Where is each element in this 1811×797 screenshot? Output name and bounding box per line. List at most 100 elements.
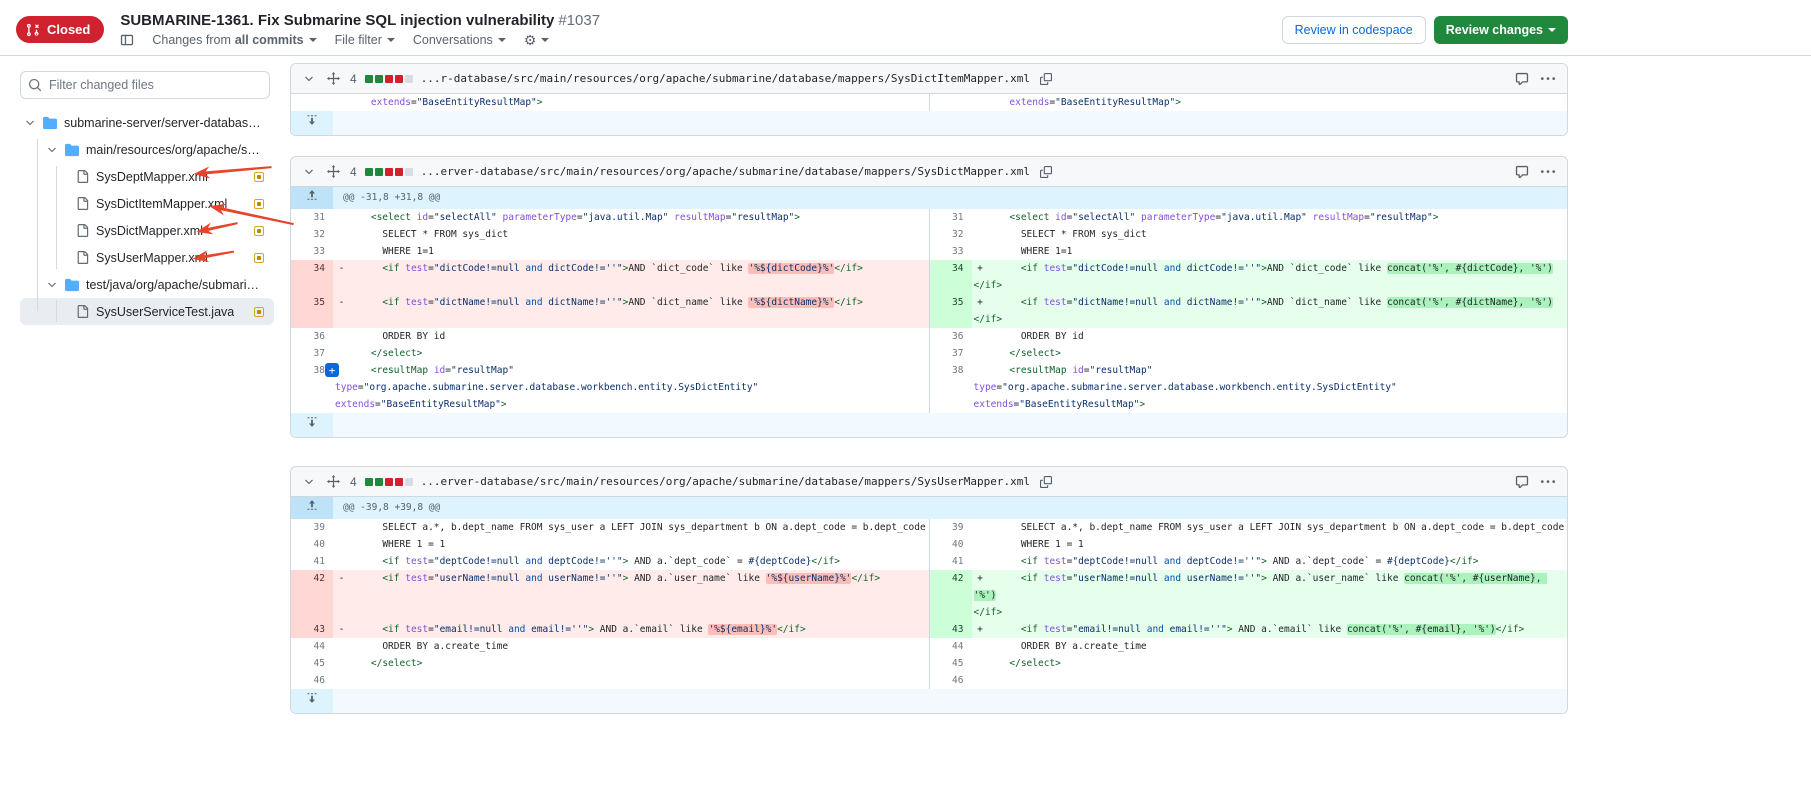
tree-folder-row[interactable]: submarine-server/server-database/... [20,109,274,136]
line-number[interactable]: 41 [291,553,333,570]
line-number[interactable] [291,94,333,111]
changes-from-dropdown[interactable]: Changes fromall commits [152,33,316,47]
file-icon [76,170,89,183]
line-number[interactable]: 42 [929,570,972,621]
expand-hunk-button[interactable] [291,497,333,519]
conversations-dropdown[interactable]: Conversations [413,33,506,47]
line-number[interactable]: 43 [929,621,972,638]
code-line: <if test="deptCode!=null and deptCode!='… [972,553,1568,570]
line-number[interactable]: 33 [291,243,333,260]
hunk-header: @@ -31,8 +31,8 @@ [333,187,1567,209]
modified-file-icon [254,307,264,317]
code-line: ORDER BY a.create_time [333,638,929,655]
expand-row [291,413,1567,437]
line-number[interactable]: 32 [929,226,972,243]
line-number[interactable]: 37 [929,345,972,362]
copy-path-button[interactable] [1038,164,1054,180]
line-number[interactable]: 46 [929,672,972,689]
line-number[interactable]: 46 [291,672,333,689]
collapse-file-button[interactable] [301,164,317,180]
drag-handle-icon[interactable] [325,473,342,490]
line-number[interactable]: 42 [291,570,333,621]
line-number[interactable]: 33 [929,243,972,260]
folder-icon [43,116,57,130]
line-number[interactable]: 43 [291,621,333,638]
diffstat [365,478,413,486]
tree-file-row[interactable]: SysUserServiceTest.java [20,298,274,325]
diff-toolbar: Changes fromall commits File filter Conv… [120,33,600,47]
chevron-down-icon [309,38,317,42]
chevron-down-icon [1548,28,1556,32]
line-number[interactable]: 35 [929,294,972,328]
drag-handle-icon[interactable] [325,70,342,87]
code-line: WHERE 1 = 1 [972,536,1568,553]
file-options-kebab[interactable] [1539,473,1557,491]
tree-file-row[interactable]: SysDictItemMapper.xml [20,190,274,217]
tree-file-row[interactable]: SysUserMapper.xml [20,244,274,271]
line-number[interactable]: 34 [929,260,972,294]
line-number[interactable]: 38 [929,362,972,413]
diff-settings-dropdown[interactable]: ⚙ [524,33,550,47]
line-number[interactable]: 36 [291,328,333,345]
file-filter-input[interactable] [20,71,270,99]
line-number[interactable]: 41 [929,553,972,570]
review-changes-button[interactable]: Review changes [1434,16,1568,44]
code-line: ORDER BY id [333,328,929,345]
line-number[interactable]: 45 [291,655,333,672]
tree-file-row[interactable]: SysDeptMapper.xml [20,163,274,190]
line-number[interactable]: 36 [929,328,972,345]
changed-lines-count: 4 [350,165,357,179]
file-comment-button[interactable] [1513,70,1531,88]
expand-lines-button[interactable] [291,689,333,713]
line-number[interactable]: 31 [929,209,972,226]
line-number[interactable] [929,94,972,111]
copy-path-button[interactable] [1038,71,1054,87]
line-number[interactable]: 45 [929,655,972,672]
tree-file-row[interactable]: SysDictMapper.xml [20,217,274,244]
file-comment-button[interactable] [1513,473,1531,491]
copy-path-button[interactable] [1038,474,1054,490]
sidebar-toggle-button[interactable] [120,33,134,47]
code-line: </select> [333,345,929,362]
code-line: </select> [333,655,929,672]
code-line: <resultMap id="resultMap" type="org.apac… [972,362,1568,413]
file-comment-button[interactable] [1513,163,1531,181]
line-number[interactable]: 34 [291,260,333,294]
tree-label: SysUserServiceTest.java [96,305,234,319]
collapse-file-button[interactable] [301,474,317,490]
tree-label: test/java/org/apache/submarine/s... [86,278,264,292]
line-number[interactable]: 39 [291,519,333,536]
file-options-kebab[interactable] [1539,70,1557,88]
expand-hunk-button[interactable] [291,187,333,209]
file-tree: submarine-server/server-database/...main… [20,109,274,325]
modified-file-icon [254,172,264,182]
code-line: + <if test="email!=null and email!=''"> … [972,621,1568,638]
line-number[interactable]: 32 [291,226,333,243]
code-line: </select> [972,655,1568,672]
review-in-codespace-button[interactable]: Review in codespace [1282,16,1426,44]
expand-lines-button[interactable] [291,111,333,135]
line-number[interactable]: 44 [291,638,333,655]
code-line: + <resultMap id="resultMap" type="org.ap… [333,362,929,413]
tree-folder-row[interactable]: test/java/org/apache/submarine/s... [20,271,274,298]
drag-handle-icon[interactable] [325,163,342,180]
tree-folder-row[interactable]: main/resources/org/apache/subm... [20,136,274,163]
file-filter-dropdown[interactable]: File filter [335,33,395,47]
line-number[interactable]: 40 [929,536,972,553]
collapse-file-button[interactable] [301,71,317,87]
line-number[interactable]: 31 [291,209,333,226]
line-number[interactable]: 44 [929,638,972,655]
line-number[interactable]: 37 [291,345,333,362]
line-number[interactable]: 40 [291,536,333,553]
file-path: ...erver-database/src/main/resources/org… [421,475,1030,488]
diff-row: 36 ORDER BY id36 ORDER BY id [291,328,1567,345]
add-line-comment-button[interactable]: + [325,363,339,377]
file-diff-panel: 4...erver-database/src/main/resources/or… [290,466,1568,714]
line-number[interactable]: 35 [291,294,333,328]
line-number[interactable]: 39 [929,519,972,536]
file-icon [76,197,89,210]
expand-lines-button[interactable] [291,413,333,437]
code-line: <select id="selectAll" parameterType="ja… [333,209,929,226]
file-options-kebab[interactable] [1539,163,1557,181]
diffstat [365,168,413,176]
